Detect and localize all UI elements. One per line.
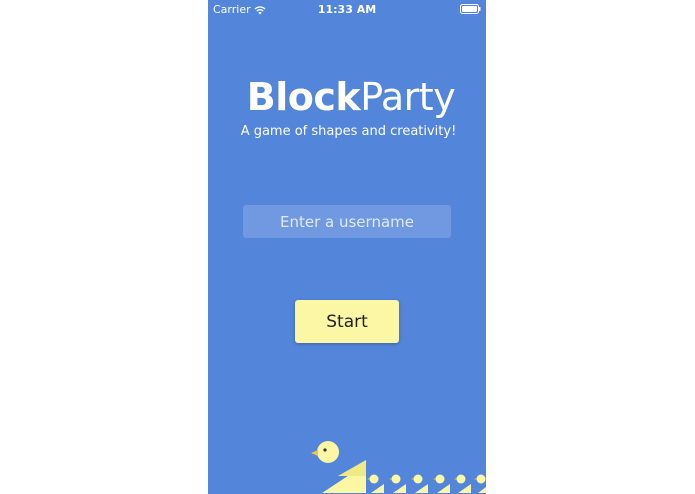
duck-icon [433, 474, 450, 493]
ducks-decoration [311, 441, 486, 493]
app-title-bold: Block [246, 75, 361, 119]
duck-icon [311, 441, 366, 493]
start-button[interactable]: Start [295, 300, 399, 343]
battery-icon [460, 4, 481, 14]
duck-icon [411, 474, 428, 493]
status-bar: Carrier 11:33 AM [208, 0, 486, 18]
duck-icon [367, 474, 384, 493]
app-title-light: Party [360, 75, 456, 119]
username-input[interactable] [243, 205, 451, 238]
duck-icon [474, 474, 486, 493]
duck-icon [389, 474, 406, 493]
duck-icon [454, 474, 471, 493]
status-time: 11:33 AM [317, 3, 377, 16]
app-screen: Carrier 11:33 AM BlockParty A game of sh… [208, 0, 486, 494]
app-subtitle: A game of shapes and creativity! [240, 124, 457, 139]
app-title: BlockParty [208, 72, 486, 122]
